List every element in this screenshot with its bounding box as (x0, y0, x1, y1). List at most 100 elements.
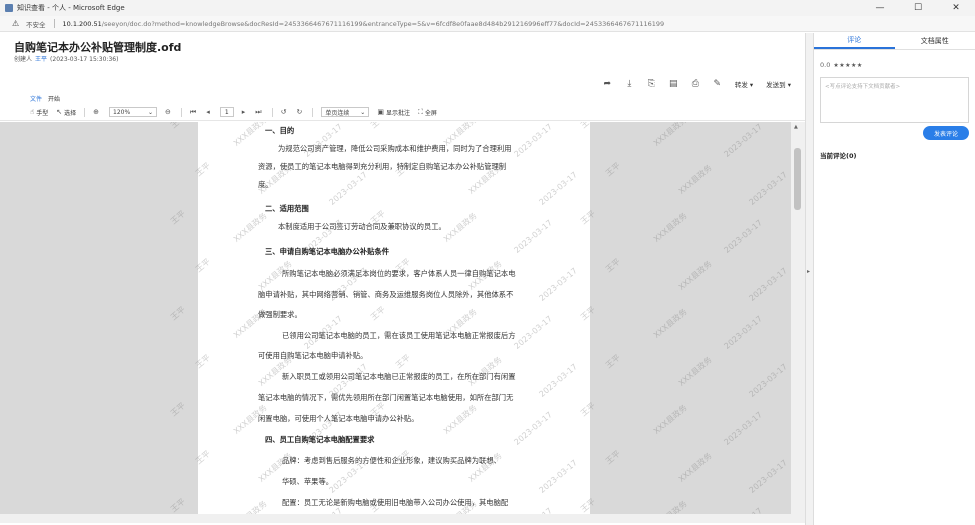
security-label[interactable]: 不安全 (26, 19, 46, 29)
zoom-in-button[interactable]: ⊕ (93, 108, 101, 116)
toolbar-divider (271, 107, 273, 117)
print-icon[interactable]: ⎙ (691, 79, 700, 89)
watermark-text: XXX县政务 (676, 163, 714, 196)
right-panel: 评论 文档属性 0.0 ★★★★★ <写点评论支持下文档贡献者> 发表评论 当前评… (813, 33, 975, 525)
panel-collapse-bar[interactable]: ▸ (805, 33, 813, 525)
scroll-up-icon[interactable]: ▲ (794, 124, 798, 130)
page-mode-value: 单页连续 (325, 109, 350, 117)
rotate-ccw-icon: ↺ (280, 108, 287, 116)
next-page-button[interactable]: ▸ (242, 108, 248, 116)
share-icon[interactable]: ➦ (603, 79, 612, 89)
fullscreen-icon: ⛶ (417, 107, 423, 116)
hand-tool[interactable]: ☝ 手型 (30, 108, 48, 117)
watermark-text: 王平 (193, 448, 213, 467)
address-bar[interactable]: ⚠ 不安全 10.1.200.51/seeyon/doc.do?method=k… (0, 16, 975, 32)
watermark-text: XXX县政务 (231, 498, 269, 514)
chevron-right-icon[interactable]: ▸ (807, 268, 810, 275)
show-annotations-button[interactable]: ▣ 显示批注 (377, 108, 410, 117)
watermark-text: 王平 (393, 160, 413, 179)
first-page-button[interactable]: ⏮ (190, 108, 198, 117)
watermark-text: XXX县政务 (441, 307, 479, 340)
watermark-text: 王平 (168, 122, 187, 131)
send-to-dropdown[interactable]: 发送到 ▾ (766, 79, 791, 89)
scrollbar-thumb[interactable] (794, 148, 801, 210)
watermark-text: XXX县政务 (231, 403, 269, 436)
page-number-input[interactable]: 1 (219, 107, 234, 117)
minimize-button[interactable]: — (861, 0, 899, 16)
toolbar-divider (84, 107, 86, 117)
watermark-text: 2023-03-17 (513, 506, 554, 514)
vertical-scrollbar[interactable]: ▲ (791, 122, 805, 514)
current-comments-heading: 当前评论(0) (820, 152, 857, 160)
zoom-out-icon: ⊖ (165, 108, 171, 116)
watermark-text: XXX县政务 (466, 163, 504, 196)
watermark-text: 王平 (168, 400, 188, 419)
watermark-text: XXX县政务 (651, 498, 689, 514)
watermark-text: XXX县政务 (256, 163, 294, 196)
edit-icon[interactable]: ✎ (713, 79, 722, 89)
menu-start[interactable]: 开始 (48, 94, 60, 103)
watermark-text: 王平 (193, 352, 213, 371)
fullscreen-button[interactable]: ⛶ 全屏 (418, 108, 437, 117)
watermark-text: XXX县政务 (256, 451, 294, 484)
forward-dropdown[interactable]: 转发 ▾ (735, 79, 753, 89)
zoom-out-button[interactable]: ⊖ (165, 108, 173, 116)
watermark-text: 王平 (578, 400, 598, 419)
watermark-text: 2023-03-17 (747, 266, 789, 303)
comment-input[interactable]: <写点评论支持下文档贡献者> (820, 77, 969, 123)
annotation-icon: ▣ (377, 108, 384, 116)
watermark-text: XXX县政务 (466, 259, 504, 292)
watermark-text: 2023-03-17 (537, 458, 579, 495)
menu-file[interactable]: 文件 (30, 94, 42, 103)
next-page-icon: ▸ (241, 108, 246, 116)
watermark-text: 王平 (393, 256, 413, 275)
address-separator (53, 19, 55, 28)
first-page-icon: ⏮ (189, 107, 197, 116)
viewer-toolbar: ☝ 手型 ↖ 选择 ⊕ 120% ⌄ ⊖ ⏮ ◂ 1 ▸ ⏭ ↺ ↻ 单页连续 ⌄ ▣ 显… (0, 104, 813, 121)
chevron-down-icon: ⌄ (360, 108, 366, 116)
select-tool[interactable]: ↖ 选择 (56, 108, 76, 117)
watermark-text: 2023-03-17 (327, 458, 369, 495)
zoom-select[interactable]: 120% ⌄ (109, 107, 158, 117)
watermark-text: 王平 (603, 160, 623, 179)
prev-page-button[interactable]: ◂ (206, 108, 212, 116)
tab-comments[interactable]: 评论 (814, 33, 895, 49)
zoom-value: 120% (113, 108, 131, 116)
watermark-text: 2023-03-17 (302, 314, 344, 351)
watermark-text: 王平 (578, 496, 598, 514)
publish-comment-button[interactable]: 发表评论 (923, 126, 969, 140)
watermark-text: 王平 (368, 400, 388, 419)
watermark-text: XXX县政务 (441, 403, 479, 436)
download-icon[interactable]: ⤓ (625, 79, 634, 89)
horizontal-scrollbar[interactable] (0, 514, 805, 523)
rotate-ccw-button[interactable]: ↺ (281, 108, 289, 116)
watermark-text: 2023-03-17 (302, 410, 344, 447)
maximize-button[interactable]: ☐ (899, 0, 937, 16)
url-text[interactable]: 10.1.200.51/seeyon/doc.do?method=knowled… (63, 20, 665, 28)
page-mode-select[interactable]: 单页连续 ⌄ (321, 107, 370, 117)
rating-stars[interactable]: ★★★★★ (833, 62, 862, 69)
watermark-text: XXX县政务 (651, 307, 689, 340)
show-annotations-label: 显示批注 (385, 109, 410, 117)
close-button[interactable]: ✕ (937, 0, 975, 16)
document-title: 自购笔记本办公补贴管理制度.ofd (14, 41, 182, 54)
rotate-cw-button[interactable]: ↻ (296, 108, 304, 116)
export-icon[interactable]: ⎘ (647, 79, 656, 89)
rating: 0.0 ★★★★★ (820, 61, 863, 69)
cursor-icon: ↖ (56, 108, 63, 116)
rating-score: 0.0 (820, 61, 831, 69)
watermark-text: 2023-03-17 (512, 314, 554, 351)
tab-document-properties[interactable]: 文档属性 (895, 33, 975, 49)
creator-name[interactable]: 王平 (35, 56, 47, 63)
watermark-text: 2023-03-17 (512, 122, 554, 159)
watermark-text: 王平 (393, 352, 413, 371)
watermark-text: 2023-03-17 (747, 170, 789, 207)
created-at: (2023-03-17 15:30:36) (50, 56, 119, 63)
document-canvas[interactable]: 一、目的 为规范公司资产管理，降低公司采购成本和维护费用，同时为了合理利用 资源… (0, 122, 805, 514)
watermark-text: XXX县政务 (651, 211, 689, 244)
watermark-text: XXX县政务 (231, 307, 269, 340)
document-icon[interactable]: ▤ (669, 79, 678, 89)
last-page-button[interactable]: ⏭ (255, 108, 263, 117)
watermark-text: 王平 (368, 304, 388, 323)
watermark-text: XXX县政务 (231, 211, 269, 244)
